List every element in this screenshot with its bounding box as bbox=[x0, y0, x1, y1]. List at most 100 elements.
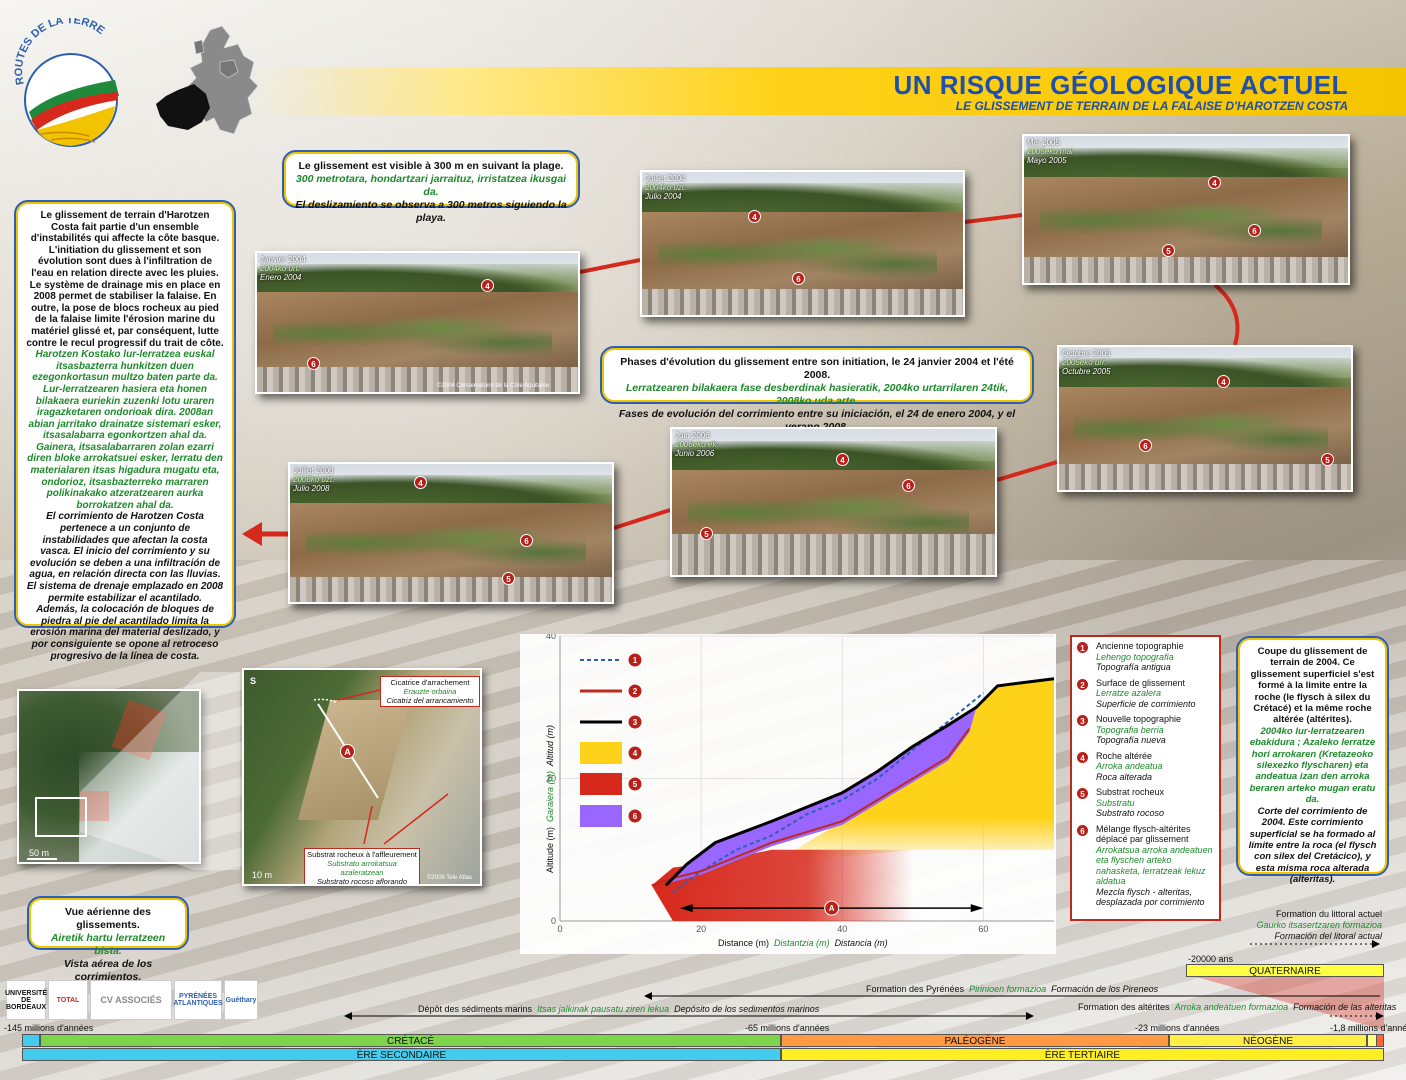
marker-4: 4 bbox=[1217, 375, 1230, 388]
photo-date-label: Janvier 2004 2004ko urt. Enero 2004 bbox=[260, 255, 306, 282]
aerial-text-box: Vue aérienne des glissements. Airetik ha… bbox=[27, 896, 189, 983]
photo-date-label: Juillet 2004 2004ko uzt. Julio 2004 bbox=[645, 174, 687, 201]
x-tick-label: 20 bbox=[696, 924, 706, 934]
timeline-145: -145 millions d'années bbox=[4, 1023, 94, 1033]
substrate-callout: Substrat rocheux à l'affleurement Substra… bbox=[304, 848, 420, 884]
chart-ylabel: Altitude (m) Garaiera (m) Altitud (m) bbox=[545, 724, 555, 874]
zoom-projection bbox=[80, 672, 240, 870]
intro-text-fr: Le glissement de terrain d'Harotzen Cost… bbox=[26, 210, 224, 349]
section-text-eu: 2004ko lur-lerratzearen ebakidura ; Azal… bbox=[1249, 725, 1376, 806]
legend-marker-text-3: 3 bbox=[633, 718, 638, 727]
x-tick-label: 60 bbox=[978, 924, 988, 934]
timeline-jurassic-strip bbox=[22, 1034, 40, 1047]
marker-6: 6 bbox=[792, 272, 805, 285]
distance-marker-a-text: A bbox=[829, 904, 835, 913]
x-tick-label: 40 bbox=[837, 924, 847, 934]
cross-section-chart: 0 20 40 60 0 20 40 1 2 3 4 5 6 A Distance (m) Distant… bbox=[520, 631, 1056, 954]
intro-text-eu: Harotzen Kostako lur-lerratzea euskal it… bbox=[27, 349, 223, 511]
scale-bar bbox=[27, 858, 57, 860]
legend-glyph-6 bbox=[580, 805, 622, 827]
timeline-quaternaire: QUATERNAIRE bbox=[1186, 964, 1384, 977]
logo-text-arc: ROUTES DE LA TERRE bbox=[13, 18, 106, 86]
marker-5: 5 bbox=[502, 572, 515, 585]
timeline-tertiaire: ÈRE TERTIAIRE bbox=[781, 1048, 1384, 1061]
sponsor-logo-cv: CV ASSOCIÉS bbox=[90, 980, 172, 1020]
section-text-fr: Coupe du glissement de terrain de 2004. … bbox=[1250, 646, 1375, 726]
timeline-20000: -20000 ans bbox=[1188, 954, 1234, 964]
marker-4: 4 bbox=[1208, 176, 1221, 189]
photo-date-label: Juin 2006 2006eko ek. Junio 2006 bbox=[675, 431, 719, 458]
marker-4: 4 bbox=[836, 453, 849, 466]
marker-4: 4 bbox=[748, 210, 761, 223]
timeline-18: -1,8 millions d'années bbox=[1330, 1023, 1406, 1033]
legend-marker-text-1: 1 bbox=[633, 656, 638, 665]
aerial-text-eu: Airetik hartu lerratzeen bista. bbox=[50, 932, 166, 957]
legend-item-2: 2 Surface de glissement Lerratze azalera Su… bbox=[1076, 677, 1215, 710]
legend-marker-text-6: 6 bbox=[633, 812, 638, 821]
chart-legend: 1 Ancienne topographie Lehengo topografia T… bbox=[1070, 635, 1221, 921]
phases-text-box: Phases d'évolution du glissement entre s… bbox=[600, 346, 1034, 433]
photo-mai-2005: Mai 2005 2005eko mai. Mayo 2005 4 5 6 bbox=[1022, 134, 1350, 285]
legend-item-6: 6 Mélange flysch-altérites déplacé par gl… bbox=[1076, 823, 1215, 908]
pointer-line bbox=[383, 793, 449, 845]
marker-6: 6 bbox=[1139, 439, 1152, 452]
photo-credit: ©2004 Conservatoire de la Côte Aquitaine bbox=[437, 383, 550, 389]
chart-svg: 0 20 40 6002040123456A bbox=[546, 631, 1055, 934]
scale-label: 50 m bbox=[29, 848, 50, 858]
marker-5: 5 bbox=[1162, 244, 1175, 257]
legend-marker-text-2: 2 bbox=[633, 687, 638, 696]
phases-text-fr: Phases d'évolution du glissement entre s… bbox=[620, 356, 1014, 381]
sponsor-logo-pyrenees: PYRÉNÉES ATLANTIQUES bbox=[173, 980, 223, 1020]
page-title: UN RISQUE GÉOLOGIQUE ACTUEL bbox=[893, 70, 1348, 100]
photo-date-label: Octobre 2005 2005eko urr. Octubre 2005 bbox=[1062, 349, 1111, 376]
marker-a: A bbox=[340, 744, 355, 759]
sponsor-logo-guethary: Guéthary bbox=[224, 980, 258, 1020]
visibility-text-fr: Le glissement est visible à 300 m en sui… bbox=[298, 160, 564, 172]
legend-marker-text-4: 4 bbox=[633, 749, 638, 758]
timeline-65: -65 millions d'années bbox=[745, 1023, 830, 1033]
marker-6: 6 bbox=[902, 479, 915, 492]
marker-4: 4 bbox=[481, 279, 494, 292]
timeline-cretace: CRÉTACÉ bbox=[40, 1034, 781, 1047]
europe-map-icon bbox=[156, 25, 259, 135]
legend-item-5: 5 Substrat rocheux Substratu Substrato roco… bbox=[1076, 787, 1215, 819]
photo-date-label: Mai 2005 2005eko mai. Mayo 2005 bbox=[1027, 138, 1076, 165]
svg-text:ROUTES DE LA TERRE: ROUTES DE LA TERRE bbox=[13, 18, 106, 86]
marker-5: 5 bbox=[1321, 453, 1334, 466]
legend-glyph-4 bbox=[580, 742, 622, 764]
x-tick-label: 0 bbox=[557, 924, 562, 934]
photo-juillet-2008: Juillet 2008 2008ko uzt. Julio 2008 4 6 5 bbox=[288, 462, 614, 604]
scarp-line bbox=[313, 698, 337, 703]
photo-date-label: Juillet 2008 2008ko uzt. Julio 2008 bbox=[293, 466, 335, 493]
marker-6: 6 bbox=[1248, 224, 1261, 237]
timeline-sediments: Dépôt des sédiments marins Itsas jalkina… bbox=[418, 1004, 820, 1014]
legend-item-3: 3 Nouvelle topographie Topografia berria To… bbox=[1076, 714, 1215, 746]
section-text-box: Coupe du glissement de terrain de 2004. … bbox=[1236, 636, 1389, 885]
intro-text-es: El corrimiento de Harotzen Costa pertene… bbox=[26, 511, 224, 662]
aerial-text-fr: Vue aérienne des glissements. bbox=[65, 906, 151, 931]
sponsor-logo-total: TOTAL bbox=[48, 980, 88, 1020]
timeline-neogene: NÉOGÈNE bbox=[1169, 1034, 1367, 1047]
section-text-es: Corte del corrimiento de 2004. Este corr… bbox=[1248, 805, 1377, 886]
visibility-text-box: Le glissement est visible à 300 m en sui… bbox=[282, 150, 580, 224]
scarp-callout: Cicatrice d'arrachement Erauzte orbaina Ci… bbox=[380, 676, 480, 707]
distance-arrow-head-right bbox=[970, 904, 984, 913]
pointer-line bbox=[363, 805, 373, 845]
legend-marker-text-5: 5 bbox=[633, 780, 638, 789]
page-subtitle: LE GLISSEMENT DE TERRAIN DE LA FALAISE D… bbox=[955, 99, 1348, 113]
legend-item-1: 1 Ancienne topographie Lehengo topografia T… bbox=[1076, 641, 1215, 673]
y-tick-label: 40 bbox=[546, 634, 556, 641]
timeline-paleogene: PALÉOGÈNE bbox=[781, 1034, 1169, 1047]
marker-5: 5 bbox=[700, 527, 713, 540]
photo-octobre-2005: Octobre 2005 2005eko urr. Octubre 2005 4 6… bbox=[1057, 345, 1353, 492]
marker-4: 4 bbox=[414, 476, 427, 489]
aerial-photo-zoom: S 10 m ©2009 Tele Atlas A Cicatrice d'ar… bbox=[242, 668, 482, 886]
y-tick-label: 0 bbox=[551, 916, 556, 926]
timeline-alterites: Formation des altérites Arroka andeatuen… bbox=[1078, 1002, 1397, 1012]
legend-item-4: 4 Roche altérée Arroka andeatua Roca altera… bbox=[1076, 750, 1215, 783]
photo-juillet-2004: Juillet 2004 2004ko uzt. Julio 2004 4 6 bbox=[640, 170, 965, 317]
chart-xlabel: Distance (m) Distantzia (m) Distancia (m… bbox=[718, 938, 888, 948]
timeline-recent-strip bbox=[1376, 1034, 1384, 1047]
timeline-littoral: Formation du littoral actuel Gaurko itsas… bbox=[1256, 909, 1382, 941]
logo-text: ROUTES DE LA TERRE bbox=[13, 18, 106, 86]
